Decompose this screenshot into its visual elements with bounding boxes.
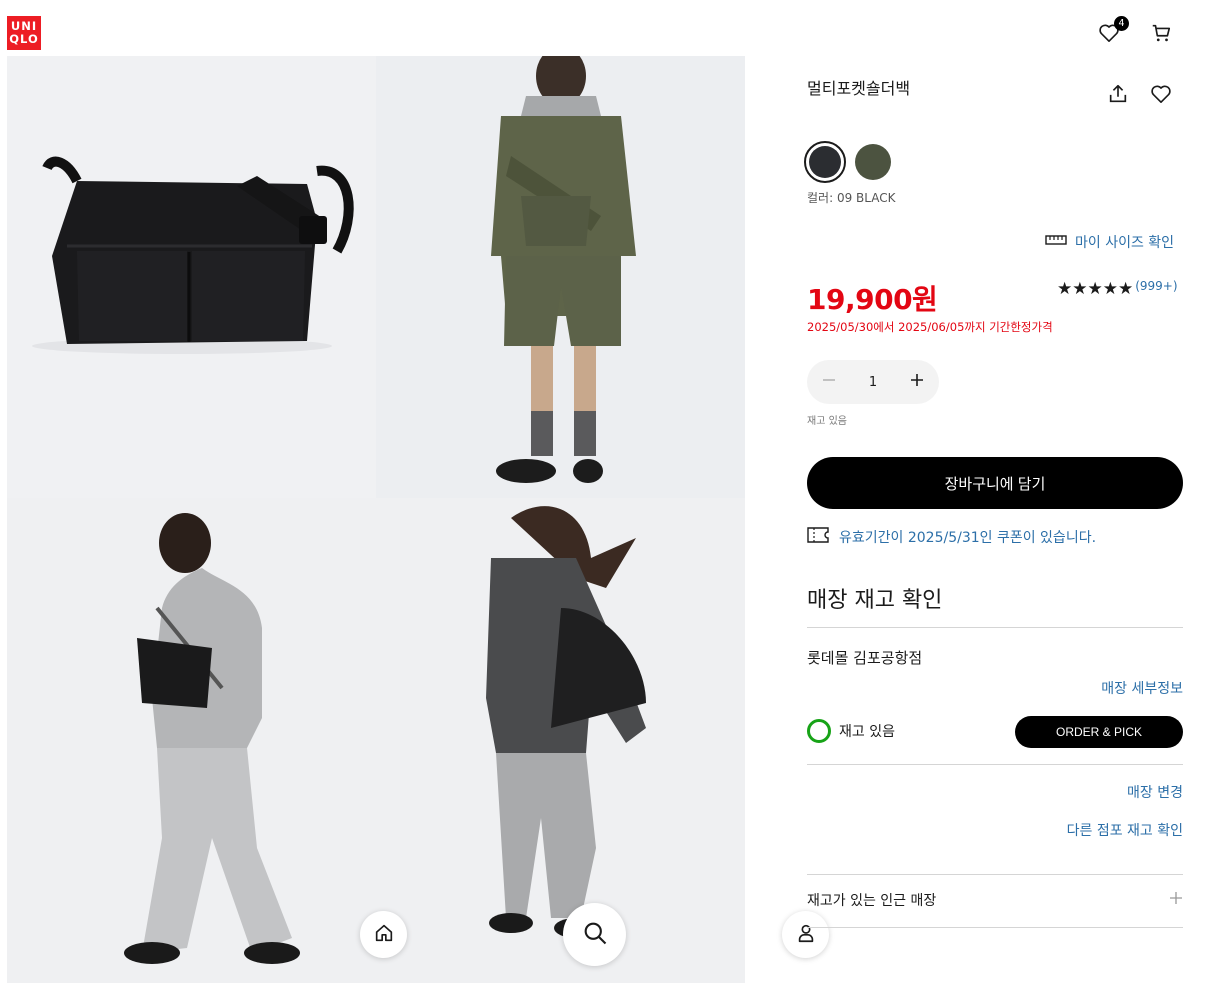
change-store-link[interactable]: 매장 변경 (1127, 782, 1183, 802)
divider (807, 874, 1183, 875)
color-label: 컬러: 09 BLACK (807, 191, 896, 205)
favorite-heart-icon[interactable] (1148, 81, 1174, 107)
add-to-cart-button[interactable]: 장바구니에 담기 (807, 457, 1183, 509)
rating[interactable]: ★★★★★ (999+) (1057, 279, 1178, 299)
home-button[interactable] (360, 911, 407, 958)
my-size-link[interactable]: 마이 사이즈 확인 (1045, 232, 1174, 252)
color-swatch-olive[interactable] (855, 144, 891, 180)
store-stock-status: 재고 있음 (807, 719, 895, 743)
coupon-text: 유효기간이 2025/5/31인 쿠폰이 있습니다. (839, 530, 1097, 546)
share-icon[interactable] (1105, 81, 1131, 107)
quantity-value[interactable]: 1 (869, 375, 877, 390)
coupon-notice[interactable]: 유효기간이 2025/5/31인 쿠폰이 있습니다. (807, 527, 1096, 547)
other-store-stock-link[interactable]: 다른 점포 재고 확인 (1067, 820, 1183, 840)
wishlist-count-badge: 4 (1114, 16, 1129, 31)
store-name: 롯데몰 김포공항점 (807, 649, 923, 667)
minus-icon[interactable] (821, 372, 837, 392)
store-stock-label: 재고 있음 (839, 724, 895, 740)
quantity-stepper: 1 (807, 360, 939, 404)
in-stock-circle-icon (807, 719, 831, 743)
product-price: 19,900원 (807, 283, 938, 316)
nearby-stores-label: 재고가 있는 인근 매장 (807, 893, 937, 909)
site-header: UNI QLO 4 (0, 0, 1229, 56)
product-title: 멀티포켓숄더백 (807, 79, 911, 98)
model-woman-photo[interactable] (376, 498, 745, 983)
bag-product-photo[interactable] (7, 56, 376, 498)
swatch-fill-black (809, 146, 841, 178)
stock-status-small: 재고 있음 (807, 416, 847, 427)
coupon-icon (807, 527, 829, 547)
expand-plus-icon (1169, 891, 1183, 909)
divider (807, 764, 1183, 765)
store-stock-heading: 매장 재고 확인 (807, 588, 943, 613)
rating-count: (999+) (1135, 279, 1178, 293)
order-pick-button[interactable]: ORDER & PICK (1015, 716, 1183, 748)
home-icon (373, 922, 395, 948)
logo-text-bottom: QLO (9, 32, 39, 46)
model-grey-outfit-photo[interactable] (7, 498, 376, 983)
uniqlo-logo[interactable]: UNI QLO (7, 16, 41, 50)
user-icon (795, 922, 817, 948)
rating-stars: ★★★★★ (1057, 279, 1134, 299)
plus-icon[interactable] (909, 372, 925, 392)
cart-icon[interactable] (1148, 20, 1174, 46)
ruler-icon (1045, 234, 1067, 250)
my-size-label: 마이 사이즈 확인 (1075, 235, 1175, 251)
store-detail-link[interactable]: 매장 세부정보 (1101, 678, 1183, 698)
search-button[interactable] (563, 903, 626, 966)
color-swatch-black[interactable] (804, 141, 846, 183)
product-gallery (7, 56, 745, 983)
model-olive-outfit-photo[interactable] (376, 56, 745, 498)
promo-period: 2025/05/30에서 2025/06/05까지 기간한정가격 (807, 320, 1053, 334)
divider (807, 627, 1183, 628)
divider (807, 927, 1183, 928)
search-icon (581, 919, 609, 951)
nearby-stores-accordion[interactable]: 재고가 있는 인근 매장 (807, 890, 1183, 910)
account-button[interactable] (782, 911, 829, 958)
